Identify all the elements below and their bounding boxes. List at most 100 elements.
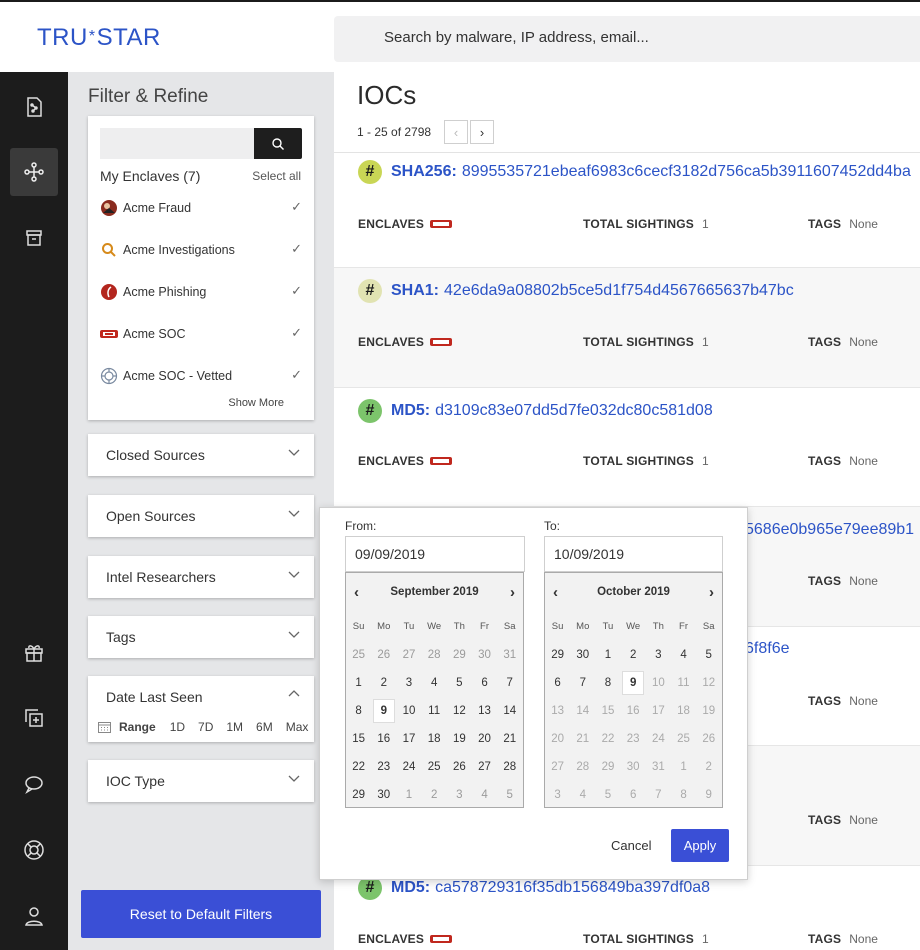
from-day-cell[interactable]: 3 <box>447 781 472 809</box>
to-date-input[interactable] <box>544 536 723 572</box>
from-day-cell[interactable]: 22 <box>346 753 371 781</box>
reports-icon[interactable] <box>10 83 58 131</box>
from-day-cell[interactable]: 1 <box>396 781 421 809</box>
from-day-cell[interactable]: 30 <box>371 781 396 809</box>
from-day-cell[interactable]: 3 <box>396 669 421 697</box>
reset-filters-button[interactable]: Reset to Default Filters <box>81 890 321 938</box>
from-selected-day[interactable]: 9 <box>372 699 395 723</box>
ioc-header[interactable]: # MD5: d3109c83e07dd5d7fe032dc80c581d08 <box>358 399 713 423</box>
to-selected-day[interactable]: 9 <box>622 671 645 695</box>
from-day-cell[interactable]: 11 <box>422 697 447 725</box>
from-day-cell[interactable]: 6 <box>472 669 497 697</box>
gift-icon[interactable] <box>10 628 58 676</box>
from-day-cell[interactable]: 2 <box>371 669 396 697</box>
from-day-cell[interactable]: 16 <box>371 725 396 753</box>
enclave-item-acme-investigations[interactable]: Acme Investigations ✓ <box>100 240 302 260</box>
to-day-cell[interactable]: 5 <box>696 641 721 669</box>
trustar-logo[interactable]: TRU*STAR <box>37 24 161 52</box>
enclave-search-button[interactable] <box>254 128 302 159</box>
to-day-cell[interactable]: 8 <box>595 669 620 697</box>
from-day-cell[interactable]: 15 <box>346 725 371 753</box>
user-icon[interactable] <box>10 892 58 940</box>
enclave-item-acme-fraud[interactable]: Acme Fraud ✓ <box>100 198 302 218</box>
enclave-item-acme-phishing[interactable]: Acme Phishing ✓ <box>100 282 302 302</box>
open-sources-accordion[interactable]: Open Sources <box>88 495 314 537</box>
from-date-input[interactable] <box>345 536 525 572</box>
ioc-value[interactable]: 42e6da9a08802b5ce5d1f754d4567665637b47bc <box>444 282 794 300</box>
from-day-cell[interactable]: 10 <box>396 697 421 725</box>
to-day-cell[interactable]: 29 <box>545 641 570 669</box>
ioc-type-accordion[interactable]: IOC Type <box>88 760 314 802</box>
ioc-value[interactable]: 6f8f6e <box>745 640 789 658</box>
select-all-link[interactable]: Select all <box>252 169 301 183</box>
from-day-cell[interactable]: 4 <box>422 669 447 697</box>
from-day-cell[interactable]: 4 <box>472 781 497 809</box>
enclave-item-acme-soc-vetted[interactable]: Acme SOC - Vetted ✓ <box>100 366 302 386</box>
from-day-cell[interactable]: 17 <box>396 725 421 753</box>
range-option-7d[interactable]: 7D <box>198 720 213 734</box>
ioc-value[interactable]: d3109c83e07dd5d7fe032dc80c581d08 <box>435 402 713 420</box>
from-day-cell[interactable]: 24 <box>396 753 421 781</box>
from-day-cell[interactable]: 19 <box>447 725 472 753</box>
from-day-cell[interactable]: 29 <box>447 641 472 669</box>
from-day-cell[interactable]: 25 <box>346 641 371 669</box>
from-day-cell[interactable]: 28 <box>422 641 447 669</box>
next-month-icon[interactable]: › <box>709 584 714 601</box>
indicators-icon[interactable] <box>10 148 58 196</box>
archive-icon[interactable] <box>10 214 58 262</box>
from-day-cell[interactable]: 8 <box>346 697 371 725</box>
closed-sources-accordion[interactable]: Closed Sources <box>88 434 314 476</box>
enclave-item-acme-soc[interactable]: Acme SOC ✓ <box>100 324 302 344</box>
to-day-cell[interactable]: 4 <box>671 641 696 669</box>
from-day-cell[interactable]: 5 <box>497 781 522 809</box>
global-search-input[interactable] <box>384 29 904 46</box>
from-day-cell[interactable]: 27 <box>396 641 421 669</box>
to-day-cell[interactable]: 6 <box>545 669 570 697</box>
to-day-cell[interactable]: 3 <box>646 641 671 669</box>
to-day-cell[interactable]: 2 <box>621 641 646 669</box>
enclave-search-input[interactable] <box>100 128 254 159</box>
from-day-cell[interactable]: 1 <box>346 669 371 697</box>
range-option-max[interactable]: Max <box>286 720 309 734</box>
range-option-1d[interactable]: 1D <box>170 720 185 734</box>
intel-researchers-accordion[interactable]: Intel Researchers <box>88 556 314 598</box>
from-day-cell[interactable]: 23 <box>371 753 396 781</box>
cancel-button[interactable]: Cancel <box>611 838 651 853</box>
from-day-cell[interactable]: 25 <box>422 753 447 781</box>
ioc-header[interactable]: # SHA1: 42e6da9a08802b5ce5d1f754d4567665… <box>358 279 794 303</box>
range-option-6m[interactable]: 6M <box>256 720 273 734</box>
ioc-value[interactable]: 5686e0b965e79ee89b1 <box>745 521 914 539</box>
help-icon[interactable] <box>10 826 58 874</box>
from-day-cell[interactable]: 28 <box>497 753 522 781</box>
range-option-1m[interactable]: 1M <box>226 720 243 734</box>
from-day-cell[interactable]: 21 <box>497 725 522 753</box>
show-more-link[interactable]: Show More <box>228 397 284 409</box>
to-day-cell[interactable]: 30 <box>570 641 595 669</box>
from-day-cell[interactable]: 12 <box>447 697 472 725</box>
next-month-icon[interactable]: › <box>510 584 515 601</box>
from-day-cell[interactable]: 29 <box>346 781 371 809</box>
from-day-cell[interactable]: 27 <box>472 753 497 781</box>
chat-icon[interactable] <box>10 760 58 808</box>
ioc-header[interactable]: # SHA256: 8995535721ebeaf6983c6cecf3182d… <box>358 160 911 184</box>
ioc-value[interactable]: 8995535721ebeaf6983c6cecf3182d756ca5b391… <box>462 163 911 181</box>
to-day-cell[interactable]: 7 <box>570 669 595 697</box>
from-day-cell[interactable]: 5 <box>447 669 472 697</box>
from-day-cell[interactable]: 26 <box>371 641 396 669</box>
from-day-cell[interactable]: 30 <box>472 641 497 669</box>
next-page-button[interactable]: › <box>470 120 494 144</box>
from-day-cell[interactable]: 14 <box>497 697 522 725</box>
tags-accordion[interactable]: Tags <box>88 616 314 658</box>
prev-page-button[interactable]: ‹ <box>444 120 468 144</box>
apply-button[interactable]: Apply <box>671 829 729 862</box>
integrations-icon[interactable] <box>10 694 58 742</box>
from-day-cell[interactable]: 18 <box>422 725 447 753</box>
from-day-cell[interactable]: 26 <box>447 753 472 781</box>
from-day-cell[interactable]: 20 <box>472 725 497 753</box>
ioc-value[interactable]: ca578729316f35db156849ba397df0a8 <box>435 879 710 897</box>
from-day-cell[interactable]: 7 <box>497 669 522 697</box>
from-day-cell[interactable]: 2 <box>422 781 447 809</box>
range-label[interactable]: Range <box>119 720 156 734</box>
date-last-seen-accordion[interactable]: Date Last Seen Range 1D 7D 1M 6M Max <box>88 676 314 742</box>
from-day-cell[interactable]: 31 <box>497 641 522 669</box>
